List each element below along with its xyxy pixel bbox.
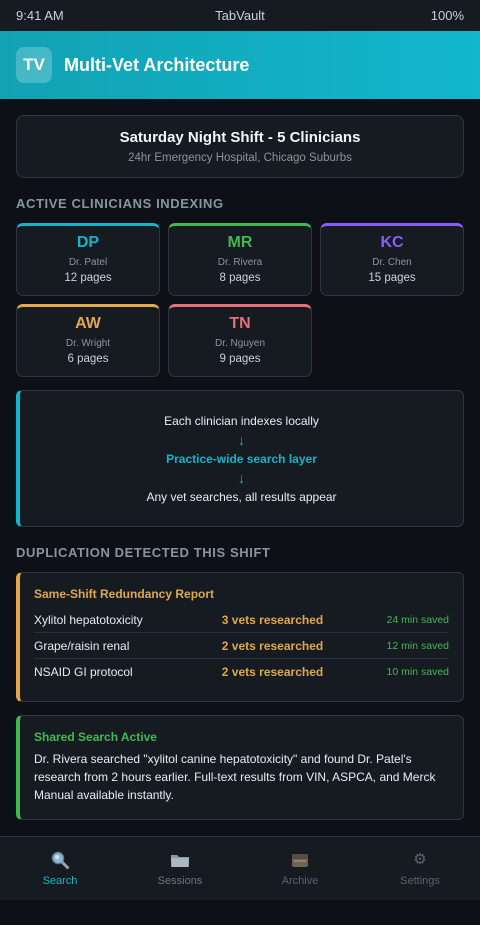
tab-label: Search — [42, 875, 78, 887]
tab-label: Settings — [400, 875, 440, 887]
app-logo: TV — [16, 47, 52, 83]
tab-label: Sessions — [157, 875, 203, 887]
report-topic: Xylitol hepatotoxicity — [34, 612, 143, 627]
tab-settings[interactable]: ⚙ Settings — [360, 837, 480, 900]
report-time-saved: 10 min saved — [386, 666, 449, 678]
duplication-section-label: DUPLICATION DETECTED THIS SHIFT — [16, 545, 271, 560]
shift-subtitle: 24hr Emergency Hospital, Chicago Suburbs — [128, 152, 352, 164]
clinician-pages: 8 pages — [219, 272, 261, 284]
clinician-initials: KC — [380, 234, 404, 251]
clinician-card[interactable]: AW Dr. Wright 6 pages — [16, 304, 160, 377]
report-row[interactable]: Grape/raisin renal 2 vets researched 12 … — [34, 633, 449, 659]
tab-sessions[interactable]: Sessions — [120, 837, 240, 900]
archive-icon — [290, 849, 310, 871]
search-flow-card: Each clinician indexes locally ↓ Practic… — [16, 390, 464, 527]
shift-summary-card: Saturday Night Shift - 5 Clinicians 24hr… — [16, 115, 464, 178]
report-topic: NSAID GI protocol — [34, 665, 133, 679]
clinician-card[interactable]: TN Dr. Nguyen 9 pages — [168, 304, 312, 377]
report-row[interactable]: NSAID GI protocol 2 vets researched 10 m… — [34, 659, 449, 685]
shared-search-body: Dr. Rivera searched "xylitol canine hepa… — [34, 752, 436, 802]
clinician-initials: AW — [75, 315, 101, 332]
folder-icon — [169, 849, 191, 871]
clinician-name: Dr. Nguyen — [214, 338, 266, 349]
tab-archive[interactable]: Archive — [240, 837, 360, 900]
report-time-saved: 24 min saved — [386, 613, 449, 626]
clinician-pages: 9 pages — [219, 353, 261, 365]
gear-icon: ⚙ — [413, 851, 427, 868]
clinician-name: Dr. Wright — [65, 338, 111, 349]
search-icon — [50, 849, 70, 871]
report-count: 3 vets researched — [221, 612, 324, 627]
report-time-saved: 12 min saved — [386, 639, 449, 652]
main-content: Saturday Night Shift - 5 Clinicians 24hr… — [0, 99, 480, 820]
redundancy-report-card: Same-Shift Redundancy Report Xylitol hep… — [16, 572, 464, 702]
flow-step-search-layer: Practice-wide search layer — [166, 451, 317, 466]
clinician-initials: DP — [76, 234, 100, 251]
status-battery: 100% — [430, 8, 464, 23]
arrow-down-icon: ↓ — [238, 431, 245, 448]
report-row[interactable]: Xylitol hepatotoxicity 3 vets researched… — [34, 607, 449, 633]
shared-search-title: Shared Search Active — [34, 730, 157, 744]
status-app-name: TabVault — [215, 8, 265, 23]
app-header: TV Multi-Vet Architecture — [0, 31, 480, 99]
home-indicator-area — [0, 900, 480, 925]
shift-title: Saturday Night Shift - 5 Clinicians — [119, 129, 361, 146]
shared-search-card: Shared Search Active Dr. Rivera searched… — [16, 715, 464, 820]
clinician-pages: 15 pages — [368, 272, 416, 284]
status-time: 9:41 AM — [16, 8, 64, 23]
clinicians-section-label: ACTIVE CLINICIANS INDEXING — [16, 196, 224, 211]
clinician-initials: MR — [227, 234, 253, 251]
clinician-initials: TN — [229, 315, 251, 332]
clinician-card[interactable]: DP Dr. Patel 12 pages — [16, 223, 160, 296]
clinician-grid: DP Dr. Patel 12 pages MR Dr. Rivera 8 pa… — [16, 223, 464, 377]
tab-label: Archive — [281, 875, 319, 887]
clinician-pages: 12 pages — [64, 272, 112, 284]
page-title: Multi-Vet Architecture — [64, 54, 250, 75]
flow-step-results: Any vet searches, all results appear — [146, 489, 337, 504]
status-bar: 9:41 AM TabVault 100% — [0, 0, 480, 31]
report-title: Same-Shift Redundancy Report — [34, 587, 215, 601]
clinician-name: Dr. Chen — [372, 257, 412, 268]
report-count: 2 vets researched — [221, 638, 324, 653]
flow-step-local-index: Each clinician indexes locally — [164, 413, 319, 428]
bottom-tab-bar: Search Sessions Archive ⚙ Settings — [0, 836, 480, 900]
tab-search[interactable]: Search — [0, 837, 120, 900]
report-count: 2 vets researched — [221, 665, 324, 679]
report-topic: Grape/raisin renal — [34, 638, 130, 653]
clinician-pages: 6 pages — [67, 353, 109, 365]
clinician-card[interactable]: KC Dr. Chen 15 pages — [320, 223, 464, 296]
arrow-down-icon: ↓ — [238, 469, 245, 486]
clinician-name: Dr. Rivera — [217, 257, 263, 268]
clinician-name: Dr. Patel — [68, 257, 108, 268]
clinician-card[interactable]: MR Dr. Rivera 8 pages — [168, 223, 312, 296]
